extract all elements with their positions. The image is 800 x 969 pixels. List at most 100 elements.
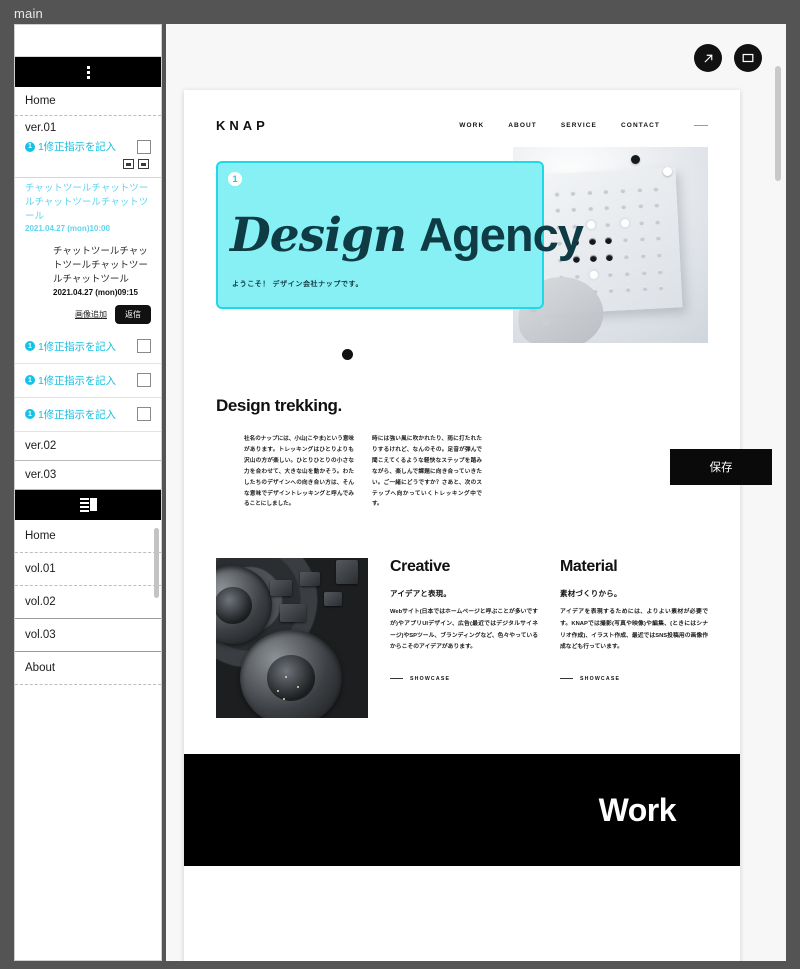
window-preview-icon xyxy=(742,53,754,63)
feature-body: アイデアを表現するためには、よりよい素材が必要です。KNAPでは撮影(写真や映像… xyxy=(560,609,708,651)
fix-checkbox[interactable] xyxy=(137,407,151,422)
trekking-heading: Design trekking. xyxy=(216,396,342,415)
work-band-label: Work xyxy=(598,791,677,828)
feature-lead: アイデアと表現。 xyxy=(390,589,452,599)
fix-instruction-row[interactable]: 1 1修正指示を記入 xyxy=(15,398,161,432)
nav-link-service[interactable]: SERVICE xyxy=(561,122,597,129)
trekking-paragraph-2: 時には強い風に吹かれたり、雨に打たれたりするけれど、なんのその。足音が弾んで聞こ… xyxy=(372,436,482,508)
work-band: Work xyxy=(184,754,740,867)
preview-stage: KNAP WORK ABOUT SERVICE CONTACT 1 Design… xyxy=(166,24,786,961)
fix-count-badge: 1 xyxy=(25,141,35,152)
stray-peg xyxy=(631,155,640,164)
window-preview-button[interactable] xyxy=(734,44,762,72)
feature-body: Webサイト(日本ではホームページと呼ぶことが多いですが)やアプリUIデザイン、… xyxy=(390,609,538,651)
fix-checkbox[interactable] xyxy=(137,373,151,388)
fix-checkbox[interactable] xyxy=(137,139,151,154)
sidebar-item-vol-02[interactable]: vol.02 xyxy=(15,586,161,619)
trekking-paragraph-1: 社名のナップには、小山(こやま)という意味があります。トレッキングはひとりよりも… xyxy=(244,436,355,508)
chat-message-outgoing: チャットツールチャットツールチャットツールチャットツール xyxy=(53,246,148,285)
nav-link-about[interactable]: ABOUT xyxy=(508,122,537,129)
app-window: main Home ver.01 1 1修正指示を記入 チャットツールチャットツ… xyxy=(0,0,800,969)
kebab-menu-icon[interactable] xyxy=(86,65,90,79)
volume-list: Home vol.01 vol.02 vol.03 About xyxy=(15,520,161,685)
stage-scrollbar-thumb[interactable] xyxy=(775,66,781,181)
arrow-line-icon xyxy=(390,678,403,680)
feature-column-material: Material 素材づくりから。 アイデアを表現するためには、よりよい素材が必… xyxy=(560,558,708,718)
button-graphic xyxy=(280,604,306,623)
fix-instruction-row[interactable]: 1 1修正指示を記入 xyxy=(15,364,161,398)
chat-message-incoming: チャットツールチャットツールチャットツールチャットツール xyxy=(25,183,149,222)
showcase-link[interactable]: SHOWCASE xyxy=(390,676,538,682)
nav-menu-dash-icon[interactable] xyxy=(694,125,708,126)
save-button[interactable]: 保存 xyxy=(670,449,772,485)
fix-instruction-row[interactable]: 1 1修正指示を記入 xyxy=(25,139,151,154)
sidebar-menu-bar[interactable] xyxy=(15,57,161,87)
fix-checkbox[interactable] xyxy=(137,339,151,354)
showcase-link[interactable]: SHOWCASE xyxy=(560,676,708,682)
nav-link-contact[interactable]: CONTACT xyxy=(621,122,660,129)
sidebar-top-blank xyxy=(15,25,161,57)
fix-count-badge: 1 xyxy=(25,375,35,386)
volume-label: vol.03 xyxy=(25,628,56,641)
sidebar-layout-bar[interactable] xyxy=(15,489,161,520)
hero-section: 1 Design Agency ようこそ！ デザイン会社ナップです。 xyxy=(184,147,740,360)
stage-toolbar xyxy=(694,44,762,72)
version-label: ver.03 xyxy=(25,468,57,481)
chat-timestamp-outgoing: 2021.04.27 (mon)09:15 xyxy=(53,287,138,297)
knob-graphic xyxy=(216,566,272,645)
frame-icon[interactable] xyxy=(123,159,134,169)
version-label: ver.02 xyxy=(25,439,57,452)
volume-label: vol.01 xyxy=(25,562,56,575)
trekking-section: Design trekking. 社名のナップには、小山(こやま)という意味があ… xyxy=(184,352,740,510)
sidebar-home-label: Home xyxy=(25,95,56,107)
version-label: ver.01 xyxy=(25,122,57,134)
sidebar-home-label-lower: Home xyxy=(25,529,56,542)
version-block-01[interactable]: ver.01 1 1修正指示を記入 xyxy=(15,116,161,178)
about-label: About xyxy=(25,661,56,674)
add-image-link[interactable]: 画像追加 xyxy=(75,309,107,320)
window-title: main xyxy=(14,6,43,21)
frame-icon[interactable] xyxy=(138,159,149,169)
hero-title-plain: Agency xyxy=(419,208,584,261)
sidebar-item-home-lower[interactable]: Home xyxy=(15,520,161,553)
knob-graphic xyxy=(240,630,342,719)
hero-marker-dot[interactable] xyxy=(342,349,353,360)
feature-photo xyxy=(216,558,368,719)
site-nav: KNAP WORK ABOUT SERVICE CONTACT xyxy=(184,90,740,133)
nav-link-work[interactable]: WORK xyxy=(459,122,484,129)
fix-count-badge: 1 xyxy=(25,341,35,352)
open-external-icon xyxy=(703,53,713,63)
sidebar-item-about[interactable]: About xyxy=(15,652,161,685)
showcase-label: SHOWCASE xyxy=(580,675,621,682)
sidebar-item-home[interactable]: Home xyxy=(15,87,161,116)
feature-heading: Creative xyxy=(390,558,450,576)
feature-column-creative: Creative アイデアと表現。 Webサイト(日本ではホームページと呼ぶこと… xyxy=(390,558,538,718)
open-external-button[interactable] xyxy=(694,44,722,72)
site-logo[interactable]: KNAP xyxy=(216,118,269,133)
button-graphic xyxy=(300,572,320,587)
fix-instruction-label: 1修正指示を記入 xyxy=(38,141,116,153)
volume-label: vol.02 xyxy=(25,595,56,608)
trekking-columns: 社名のナップには、小山(こやま)という意味があります。トレッキングはひとりよりも… xyxy=(216,434,708,510)
button-graphic xyxy=(336,560,358,585)
showcase-label: SHOWCASE xyxy=(410,675,451,682)
feature-heading: Material xyxy=(560,558,618,576)
fix-instruction-row[interactable]: 1 1修正指示を記入 xyxy=(15,330,161,364)
sidebar-scrollbar-thumb[interactable] xyxy=(154,527,159,598)
fix-instruction-label: 1修正指示を記入 xyxy=(38,408,116,421)
button-graphic xyxy=(270,580,292,597)
sidebar-item-vol-01[interactable]: vol.01 xyxy=(15,553,161,586)
version-item-02[interactable]: ver.02 xyxy=(15,432,161,461)
site-nav-links: WORK ABOUT SERVICE CONTACT xyxy=(459,122,708,129)
hero-annotation-card[interactable]: 1 Design Agency ようこそ！ デザイン会社ナップです。 xyxy=(216,161,584,309)
send-reply-button[interactable]: 返信 xyxy=(115,304,151,324)
layout-panel-icon[interactable] xyxy=(79,497,97,512)
chat-thread: チャットツールチャットツールチャットツールチャットツール 2021.04.27 … xyxy=(15,178,161,330)
arrow-line-icon xyxy=(560,678,573,680)
fix-instruction-label: 1修正指示を記入 xyxy=(38,374,116,387)
version-item-03[interactable]: ver.03 xyxy=(15,461,161,490)
sidebar-item-vol-03[interactable]: vol.03 xyxy=(15,619,161,652)
hero-subtitle: ようこそ！ デザイン会社ナップです。 xyxy=(232,281,364,288)
feature-lead: 素材づくりから。 xyxy=(560,589,622,599)
fix-count-badge: 1 xyxy=(25,409,35,420)
